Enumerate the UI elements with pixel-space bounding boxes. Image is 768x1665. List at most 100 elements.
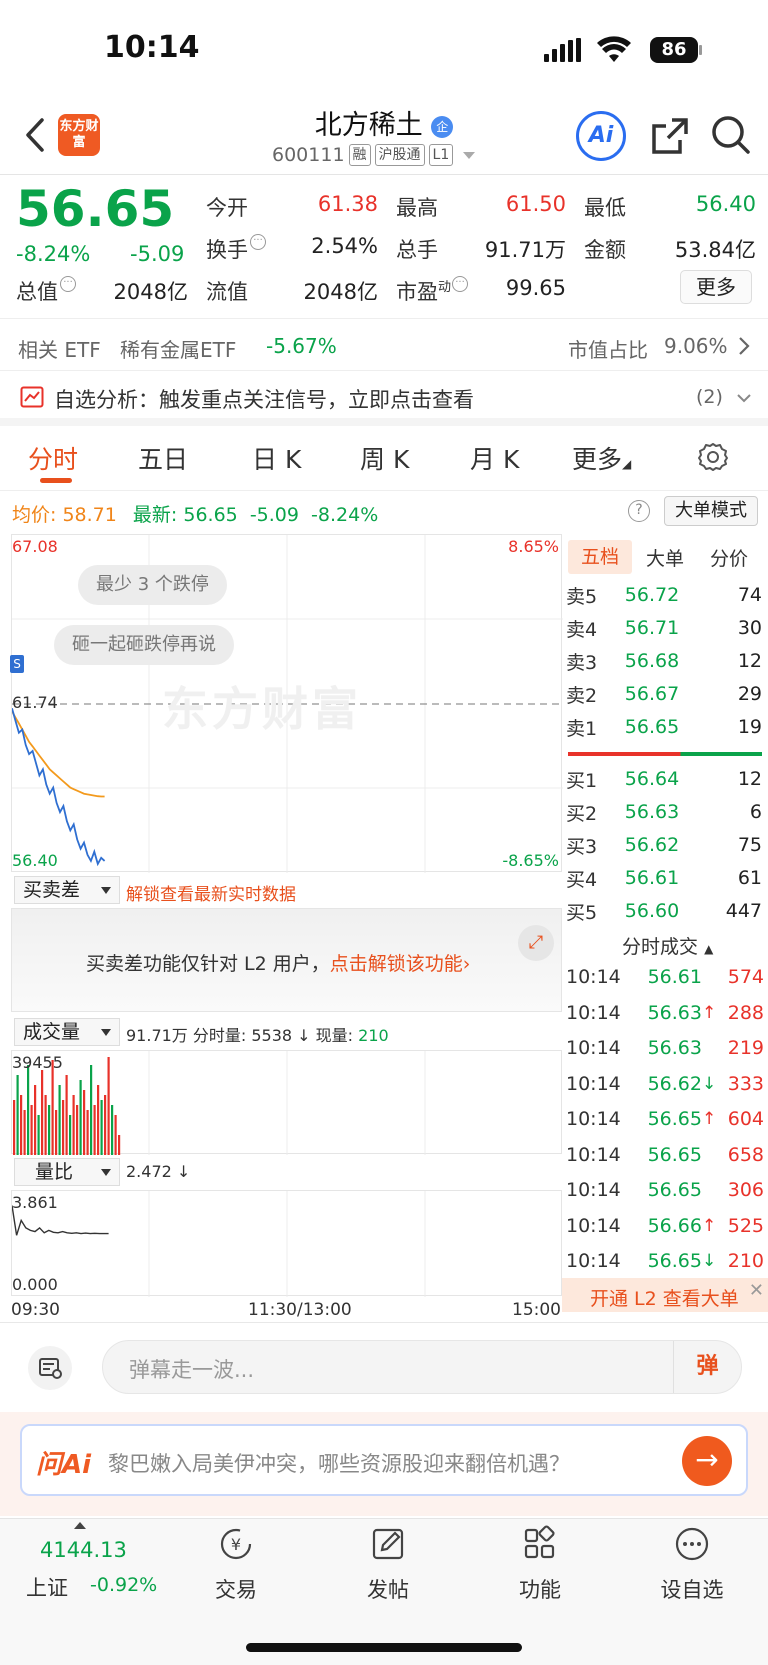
l2-banner[interactable]: 开通 L2 查看大单 ✕ [562,1278,768,1312]
volume-dropdown[interactable]: 成交量 [14,1018,120,1046]
volume-bar [111,1105,114,1155]
ask-row[interactable]: 卖2 56.67 29 [566,679,762,709]
orderbook-tab-five[interactable]: 五档 [568,540,632,574]
bid-row[interactable]: 买1 56.64 12 [566,764,762,794]
nav-post[interactable]: 发帖 [338,1525,438,1604]
spread-unlock-link[interactable]: 解锁查看最新实时数据 [126,880,296,905]
price-line [12,708,106,867]
bid-label: 买4 [566,868,598,891]
chevron-right-icon[interactable] [738,336,750,356]
ask-row[interactable]: 卖5 56.72 74 [566,580,762,610]
tab-weekly-k[interactable]: 周 K [360,440,409,476]
nav-features[interactable]: 功能 [490,1525,590,1604]
ask-label: 卖5 [566,585,598,608]
bid-row[interactable]: 买5 56.60 447 [566,896,762,926]
amount-value: 53.84亿 [674,238,756,262]
apps-grid-icon [524,1525,555,1559]
ask-row[interactable]: 卖4 56.71 30 [566,613,762,643]
big-order-mode-button[interactable]: 大单模式 [664,496,758,526]
nav-add-watchlist[interactable]: 设自选 [642,1525,742,1604]
tab-daily-k[interactable]: 日 K [252,440,301,476]
expand-icon[interactable]: ⤢ [518,925,554,961]
ask-ai-banner[interactable]: 问Ai 黎巴嫩入局美伊冲突，哪些资源股迎来翻倍机遇？ → [20,1424,748,1496]
trade-row: 10:14 56.63 ↑ 288 [566,996,764,1030]
dropdown-caret-icon[interactable] [463,151,476,159]
help-icon[interactable]: ? [628,500,650,522]
orderbook-tab-big[interactable]: 大单 [646,544,684,571]
close-icon[interactable]: ✕ [749,1280,764,1301]
tab-five-day[interactable]: 五日 [138,440,188,476]
danmaku-input[interactable]: 弹幕走一波... 弹 [102,1340,742,1394]
ratio-dropdown[interactable]: 量比 [14,1158,120,1186]
bid-row[interactable]: 买3 56.62 75 [566,830,762,860]
comment-bubble[interactable]: 砸一起砸跌停再说 [54,625,234,665]
danmaku-settings-icon[interactable] [28,1346,72,1390]
chevron-down-icon[interactable] [736,392,752,404]
orderbook-tab-price[interactable]: 分价 [710,544,748,571]
avg-price-line [12,710,105,798]
tab-monthly-k[interactable]: 月 K [470,440,519,476]
comment-bubble[interactable]: 最少 3 个跌停 [78,565,227,605]
info-icon[interactable]: ··· [452,276,469,292]
ask-row[interactable]: 卖3 56.68 12 [566,646,762,676]
volume-bar [76,1105,79,1155]
bid-label: 买1 [566,769,598,792]
info-icon[interactable]: ··· [250,234,266,250]
alert-text[interactable]: 自选分析：触发重点关注信号，立即点击查看 [54,384,474,414]
trade-time: 10:14 [566,1001,621,1024]
ask-row[interactable]: 卖1 56.65 19 [566,712,762,742]
trade-row: 10:14 56.63 219 [566,1031,764,1065]
trades-title[interactable]: 分时成交 ▲ [622,932,713,959]
company-badge-icon: 企 [431,115,454,138]
trade-price: 56.65 [647,1179,702,1201]
battery-cap [699,45,702,55]
ratio-chart[interactable]: 3.861 0.000 [11,1190,562,1297]
market-cap-value: 2048亿 [113,280,188,304]
bid-row[interactable]: 买2 56.63 6 [566,797,762,827]
y-ref-label: 61.74 [12,693,58,712]
spread-unlock-action[interactable]: 点击解锁该功能 [330,953,463,975]
bid-row[interactable]: 买4 56.61 61 [566,863,762,893]
etf-name[interactable]: 稀有金属ETF [120,334,236,363]
volume-bar [65,1075,68,1155]
volume-bar [62,1100,65,1155]
info-icon[interactable]: ··· [60,276,76,292]
section-divider [0,1322,768,1323]
settings-gear-icon[interactable] [698,442,728,472]
danmaku-send-button[interactable]: 弹 [673,1341,741,1393]
volume-bar [86,1110,89,1155]
x-label-open: 09:30 [11,1300,60,1320]
trade-row: 10:14 56.65 ↓ 210 [566,1244,764,1278]
corner-caret-icon: ◢ [622,457,632,471]
s-marker-icon[interactable]: S [10,655,24,673]
float-cap-value: 2048亿 [303,280,378,304]
volume-chart[interactable]: 39455 [11,1050,562,1155]
spread-dropdown[interactable]: 买卖差 [14,876,120,904]
more-button[interactable]: 更多 [680,270,752,304]
y-max-label: 67.08 [12,537,58,556]
caret-down-icon [101,1029,111,1036]
trade-time: 10:14 [566,1214,621,1237]
volume-bar [93,1105,96,1155]
search-icon[interactable] [710,114,752,156]
ask-price: 56.71 [624,617,680,639]
ask-ai-go-button[interactable]: → [682,1436,732,1486]
ask-price: 56.67 [624,683,680,705]
ai-button[interactable]: Ai [576,111,626,161]
ask-price: 56.68 [624,650,680,672]
volume-bar [100,1100,103,1155]
pct-min-label: -8.65% [502,851,559,870]
volume-bar [23,1110,26,1155]
tab-divider [0,490,768,491]
index-value[interactable]: 4144.13 [40,1538,127,1562]
share-icon[interactable] [650,116,690,156]
tab-intraday[interactable]: 分时 [28,440,78,476]
tab-more[interactable]: 更多◢ [572,440,631,476]
volume-bar [44,1095,47,1155]
ratio-max-label: 3.861 [12,1193,58,1212]
bid-label: 买5 [566,901,598,924]
nav-trade[interactable]: ¥ 交易 [186,1525,286,1604]
price-chart[interactable]: 东方财富 67.08 8.65% 61.74 56.40 -8.65% 最少 3… [10,534,563,873]
turnover-label: 换手 ··· [206,234,266,264]
trade-time: 10:14 [566,1108,621,1130]
